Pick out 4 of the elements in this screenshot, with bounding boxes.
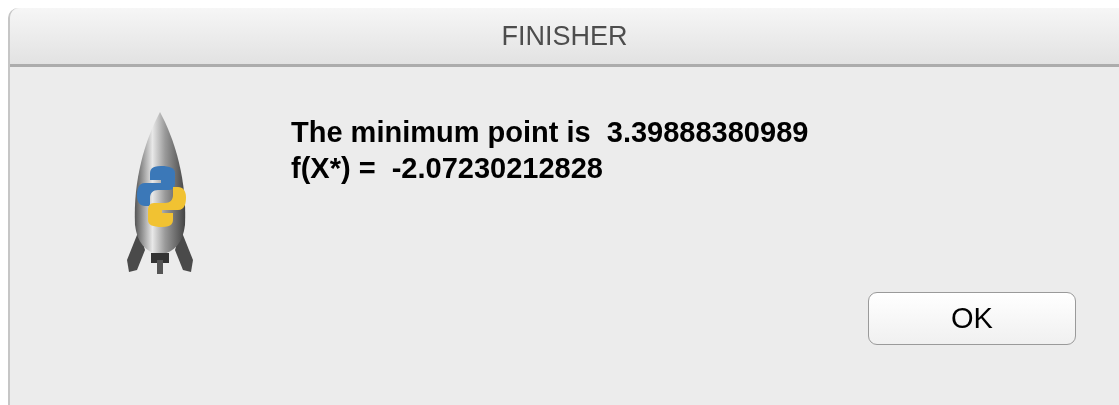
window-title: FINISHER [501, 20, 628, 52]
message-text: The minimum point is 3.39888380989 [291, 115, 810, 149]
ok-button[interactable]: OK [868, 292, 1076, 345]
message-text: f(X*) = -2.07230212828 [291, 151, 604, 185]
